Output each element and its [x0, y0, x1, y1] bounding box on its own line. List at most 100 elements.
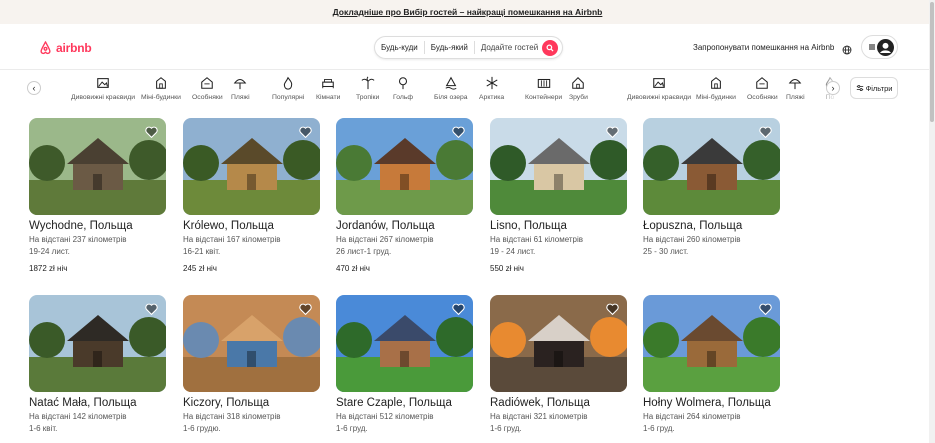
- listing-photo[interactable]: [490, 118, 627, 215]
- category-label: Біля озера: [434, 94, 468, 101]
- favorite-heart-icon[interactable]: [759, 126, 772, 138]
- category-bar: ‹ Дивовижні краєвиди Міні-будинки Особняки…: [0, 72, 929, 106]
- listing-title: Wychodne, Польща: [29, 220, 133, 232]
- promo-banner: Докладніше про Вибір гостей – найкращі п…: [0, 0, 935, 24]
- category-item[interactable]: Гольф: [393, 76, 413, 101]
- globe-icon[interactable]: [842, 42, 852, 60]
- favorite-heart-icon[interactable]: [452, 303, 465, 315]
- listing-photo[interactable]: [643, 295, 780, 392]
- listing-price: 245 zł ніч: [183, 264, 217, 273]
- category-item[interactable]: Особняки: [747, 76, 778, 101]
- listing-card[interactable]: Wychodne, Польща На відстані 237 кілометр…: [29, 118, 166, 273]
- listing-price: 550 zł ніч: [490, 264, 524, 273]
- listing-card[interactable]: Lisno, Польща На відстані 61 кілометрів 19…: [490, 118, 627, 273]
- category-label: Пляжі: [786, 94, 805, 101]
- promo-banner-link[interactable]: Докладніше про Вибір гостей – найкращі п…: [333, 7, 603, 17]
- category-item[interactable]: Пляжі: [231, 76, 250, 101]
- landscape-icon: [96, 76, 110, 90]
- search-button[interactable]: [542, 39, 559, 56]
- search-icon: [546, 43, 554, 51]
- category-prev-button[interactable]: ‹: [27, 81, 41, 95]
- category-label: Популярні: [272, 94, 305, 101]
- listing-photo[interactable]: [643, 118, 780, 215]
- category-item[interactable]: Зруби: [569, 76, 588, 101]
- listing-photo[interactable]: [183, 118, 320, 215]
- listing-title: Lisno, Польща: [490, 220, 567, 232]
- listing-title: Jordanów, Польща: [336, 220, 435, 232]
- listing-title: Hołny Wolmera, Польща: [643, 397, 771, 409]
- listing-photo[interactable]: [183, 295, 320, 392]
- category-item[interactable]: Особняки: [192, 76, 223, 101]
- tiny-home-icon: [154, 76, 168, 90]
- category-label: Дивовижні краєвиди: [627, 94, 691, 101]
- favorite-heart-icon[interactable]: [145, 126, 158, 138]
- category-item[interactable]: Міні-будинки: [696, 76, 736, 101]
- arctic-icon: [485, 76, 499, 90]
- category-item[interactable]: Пляжі: [786, 76, 805, 101]
- category-next-button[interactable]: ›: [826, 81, 840, 95]
- listing-dates: 19-24 лист.: [29, 247, 70, 256]
- listing-title: Stare Czaple, Польща: [336, 397, 452, 409]
- category-label: Пляжі: [231, 94, 250, 101]
- category-item[interactable]: Арктика: [479, 76, 504, 101]
- listing-title: Kiczory, Польща: [183, 397, 270, 409]
- scrollbar-thumb[interactable]: [930, 2, 934, 122]
- listing-dates: 1-6 квіт.: [29, 424, 58, 433]
- category-item[interactable]: Дивовижні краєвиди: [627, 76, 691, 101]
- listing-price: 1872 zł ніч: [29, 264, 68, 273]
- filters-button[interactable]: Фільтри: [850, 77, 898, 99]
- listing-card[interactable]: Łopuszna, Польща На відстані 260 кілометр…: [643, 118, 780, 256]
- listing-card[interactable]: Królewo, Польща На відстані 167 кілометрі…: [183, 118, 320, 273]
- listing-title: Radiówek, Польща: [490, 397, 590, 409]
- listing-distance: На відстані 512 кілометрів: [336, 412, 434, 421]
- listing-card[interactable]: Hołny Wolmera, Польща На відстані 264 кіл…: [643, 295, 780, 433]
- menu-icon: [869, 44, 875, 50]
- category-item[interactable]: Міні-будинки: [141, 76, 181, 101]
- listing-distance: На відстані 264 кілометрів: [643, 412, 741, 421]
- category-item[interactable]: Тропіки: [356, 76, 379, 101]
- listing-photo[interactable]: [336, 118, 473, 215]
- category-label: Контейнери: [525, 94, 563, 101]
- favorite-heart-icon[interactable]: [606, 126, 619, 138]
- listing-card[interactable]: Jordanów, Польща На відстані 267 кілометр…: [336, 118, 473, 273]
- trending-icon: [281, 76, 295, 90]
- favorite-heart-icon[interactable]: [299, 303, 312, 315]
- page-scrollbar[interactable]: [929, 0, 935, 443]
- mansion-icon: [755, 76, 769, 90]
- listing-card[interactable]: Kiczory, Польща На відстані 318 кілометрі…: [183, 295, 320, 433]
- listing-card[interactable]: Stare Czaple, Польща На відстані 512 кіло…: [336, 295, 473, 433]
- search-where[interactable]: Будь-куди: [375, 41, 425, 54]
- search-when[interactable]: Будь-який: [425, 41, 475, 54]
- listing-dates: 1-6 грудю.: [183, 424, 221, 433]
- category-item[interactable]: Популярні: [272, 76, 304, 101]
- listing-photo[interactable]: [490, 295, 627, 392]
- listing-title: Natać Mała, Польща: [29, 397, 137, 409]
- become-host-link[interactable]: Запропонувати помешкання на Airbnb: [693, 43, 834, 52]
- listing-price: 470 zł ніч: [336, 264, 370, 273]
- user-menu-button[interactable]: [861, 35, 898, 59]
- favorite-heart-icon[interactable]: [299, 126, 312, 138]
- listing-photo[interactable]: [336, 295, 473, 392]
- category-label: Дивовижні краєвиди: [71, 94, 135, 101]
- airbnb-logo-icon: [40, 41, 51, 55]
- listing-photo[interactable]: [29, 118, 166, 215]
- listing-card[interactable]: Natać Mała, Польща На відстані 142 кіломе…: [29, 295, 166, 433]
- category-item[interactable]: Кімнати: [316, 76, 340, 101]
- listing-photo[interactable]: [29, 295, 166, 392]
- category-item[interactable]: Біля озера: [434, 76, 468, 101]
- favorite-heart-icon[interactable]: [452, 126, 465, 138]
- category-item[interactable]: Контейнери: [525, 76, 562, 101]
- category-item[interactable]: Дивовижні краєвиди: [71, 76, 135, 101]
- airbnb-logo[interactable]: airbnb: [38, 40, 92, 55]
- listing-dates: 1-6 груд.: [490, 424, 522, 433]
- favorite-heart-icon[interactable]: [145, 303, 158, 315]
- listing-card[interactable]: Radiówek, Польща На відстані 321 кілометр…: [490, 295, 627, 433]
- header: airbnb Будь-куди Будь-який Додайте госте…: [0, 24, 929, 70]
- sliders-icon: [856, 84, 863, 92]
- search-bar[interactable]: Будь-куди Будь-який Додайте гостей: [374, 36, 563, 59]
- search-guests[interactable]: Додайте гостей: [475, 41, 544, 54]
- category-label: Тропіки: [356, 94, 380, 101]
- favorite-heart-icon[interactable]: [606, 303, 619, 315]
- favorite-heart-icon[interactable]: [759, 303, 772, 315]
- listing-distance: На відстані 61 кілометрів: [490, 235, 584, 244]
